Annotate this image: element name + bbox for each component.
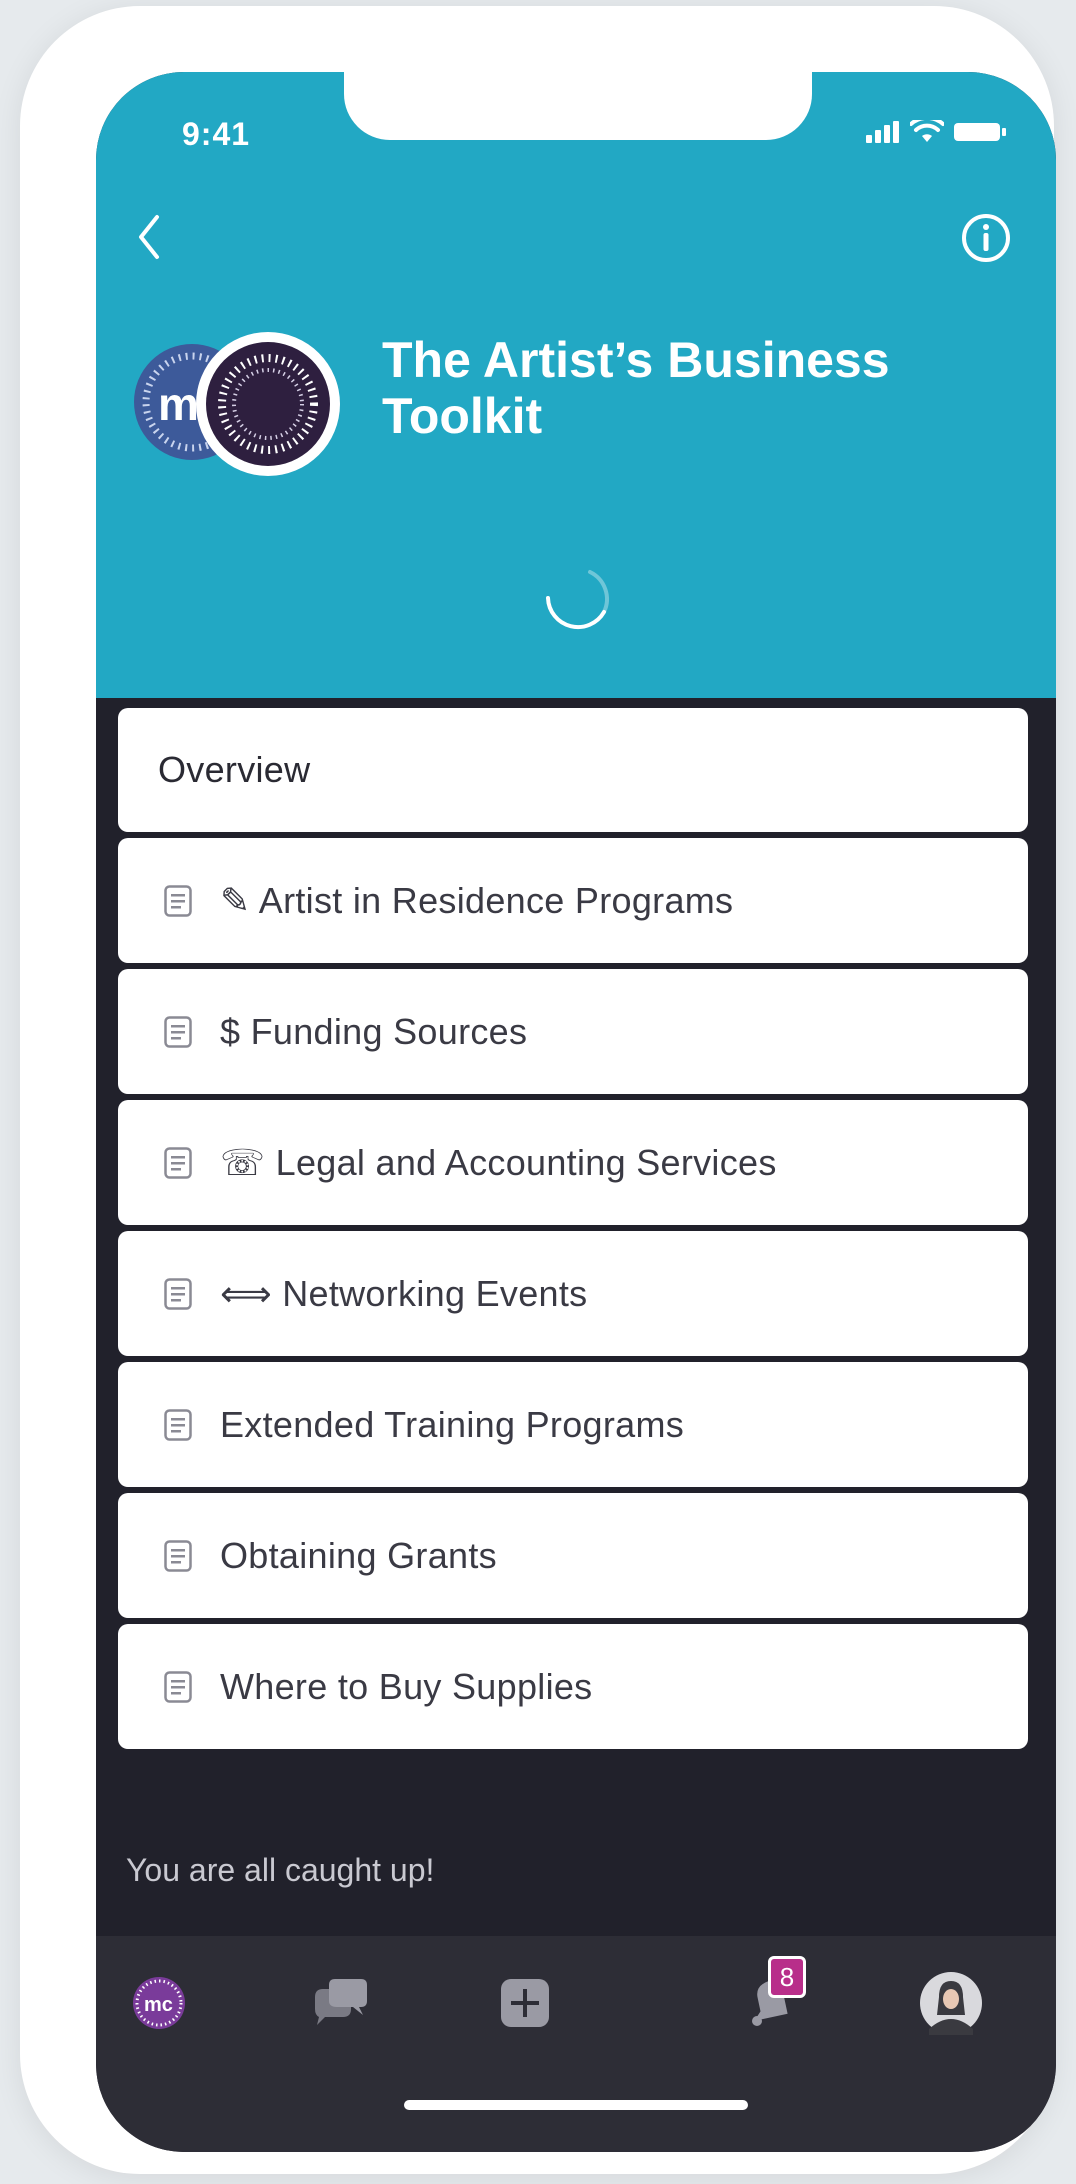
- group-title: The Artist’s Business Toolkit: [382, 332, 890, 444]
- svg-text:m: m: [158, 378, 199, 430]
- svg-text:mc: mc: [144, 1994, 173, 2016]
- avatar: [920, 1972, 982, 2035]
- info-circle-icon: [962, 214, 1010, 262]
- list-item[interactable]: Extended Training Programs: [118, 1362, 1028, 1487]
- overview-label: Overview: [158, 749, 311, 790]
- back-button[interactable]: [124, 202, 174, 272]
- signal-icon: [866, 121, 899, 143]
- tab-profile[interactable]: [916, 1968, 986, 2038]
- tab-bar: mc 8: [96, 1936, 1056, 2152]
- list-item-label: ✎ Artist in Residence Programs: [220, 879, 734, 921]
- document-icon: [164, 1670, 192, 1703]
- document-icon: [164, 884, 192, 917]
- wifi-icon: [910, 120, 944, 142]
- tab-messages[interactable]: [306, 1968, 376, 2038]
- list-item-label: Extended Training Programs: [220, 1403, 685, 1445]
- loading-spinner-icon: [546, 570, 609, 630]
- document-icon: [164, 1408, 192, 1441]
- list-item-label: Obtaining Grants: [220, 1534, 497, 1576]
- document-icon: [164, 1277, 192, 1310]
- phone-frame: 9:41 m The Artist’s Business Toolkit Ove…: [20, 6, 1056, 2174]
- list-item[interactable]: $ Funding Sources: [118, 969, 1028, 1094]
- app-screen: 9:41 m The Artist’s Business Toolkit Ove…: [96, 72, 1056, 2152]
- status-time: 9:41: [182, 116, 251, 152]
- mc-logo-icon: m: [134, 332, 340, 476]
- plus-square-icon: [501, 1979, 549, 2027]
- tab-create[interactable]: [490, 1968, 560, 2038]
- list-item-label: Where to Buy Supplies: [220, 1665, 593, 1707]
- device-notch: [344, 72, 812, 140]
- document-icon: [164, 1015, 192, 1048]
- app-header: 9:41 m The Artist’s Business Toolkit: [96, 72, 1056, 698]
- caught-up-message: You are all caught up!: [126, 1852, 435, 1888]
- tab-community[interactable]: mc: [124, 1968, 194, 2038]
- status-icons: [866, 120, 1006, 144]
- list-item[interactable]: Where to Buy Supplies: [118, 1624, 1028, 1749]
- list-item[interactable]: ⟺ Networking Events: [118, 1231, 1028, 1356]
- list-item-label: ⟺ Networking Events: [220, 1272, 588, 1314]
- document-icon: [164, 1146, 192, 1179]
- chat-bubbles-icon: [315, 1979, 367, 2025]
- list-item[interactable]: ☏ Legal and Accounting Services: [118, 1100, 1028, 1225]
- info-button[interactable]: [960, 212, 1012, 264]
- document-icon: [164, 1539, 192, 1572]
- list-item[interactable]: Obtaining Grants: [118, 1493, 1028, 1618]
- overview-item[interactable]: Overview: [118, 708, 1028, 832]
- list-item-label: $ Funding Sources: [220, 1010, 528, 1052]
- mc-logo-icon: mc: [133, 1977, 185, 2029]
- group-logo: m: [130, 328, 360, 478]
- notification-count-badge: 8: [768, 1956, 806, 1998]
- chevron-left-icon: [139, 215, 159, 259]
- content-list: Overview ✎ Artist in Residence Programs …: [118, 708, 1028, 1755]
- list-item[interactable]: ✎ Artist in Residence Programs: [118, 838, 1028, 963]
- list-item-label: ☏ Legal and Accounting Services: [220, 1141, 777, 1183]
- home-indicator: [404, 2100, 748, 2110]
- battery-icon: [954, 123, 1006, 141]
